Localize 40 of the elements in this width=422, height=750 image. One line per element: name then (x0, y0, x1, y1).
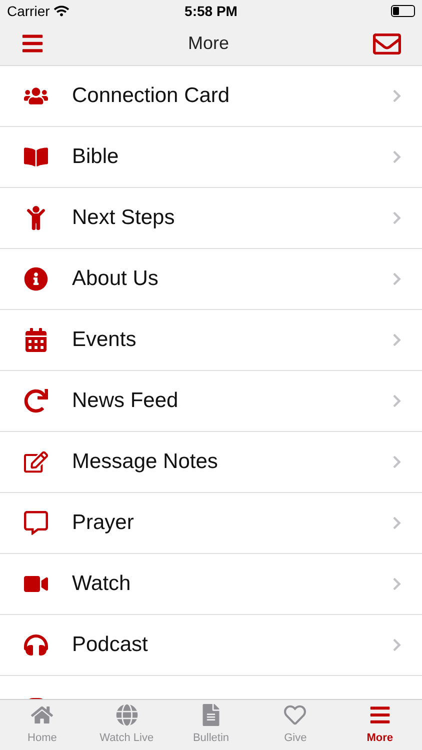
wifi-icon (54, 5, 69, 17)
menu-button[interactable] (21, 32, 44, 55)
menu-item[interactable]: Podcast (0, 615, 422, 676)
chevron-icon (392, 150, 402, 164)
chevron-icon (392, 89, 402, 103)
menu-icon (368, 704, 391, 726)
status-time: 5:58 PM (184, 2, 238, 20)
chevron-icon (392, 333, 402, 347)
menu-item[interactable]: Events (0, 310, 422, 371)
chevron-icon (392, 577, 402, 591)
menu-item[interactable]: About Us (0, 249, 422, 310)
chevron-icon (392, 394, 402, 408)
chevron-icon (392, 516, 402, 530)
battery-icon (390, 5, 415, 17)
person-icon (24, 206, 48, 230)
info-icon (24, 267, 48, 291)
tab-bar-item[interactable]: More (338, 700, 422, 750)
chevron-icon (392, 211, 402, 225)
document-icon (200, 704, 222, 726)
chevron-icon (392, 455, 402, 469)
headphones-icon (24, 633, 48, 657)
menu-item[interactable]: Bible (0, 127, 422, 188)
refresh-icon (24, 389, 48, 413)
chevron-icon (392, 272, 402, 286)
menu-item[interactable]: News Feed (0, 371, 422, 432)
menu-item[interactable]: Message Notes (0, 432, 422, 493)
carrier-label: Carrier (7, 2, 50, 20)
menu-item[interactable]: Watch (0, 554, 422, 615)
chevron-icon (392, 638, 402, 652)
menu-item[interactable]: Prayer (0, 493, 422, 554)
page-title: More (188, 32, 229, 55)
heart-icon (284, 704, 306, 726)
edit-icon (24, 450, 48, 474)
speech-bubble-icon (24, 511, 48, 535)
menu-item[interactable]: Connection Card (0, 66, 422, 127)
book-icon (24, 145, 48, 169)
home-icon (31, 704, 54, 726)
calendar-icon (24, 328, 48, 352)
globe-icon (116, 704, 138, 726)
menu-item[interactable]: Next Steps (0, 188, 422, 249)
